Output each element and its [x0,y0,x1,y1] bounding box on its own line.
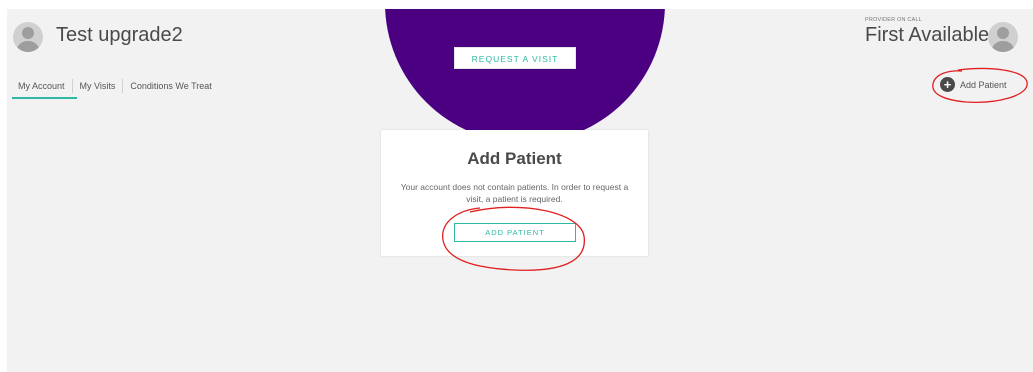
add-patient-link-label: Add Patient [960,79,1007,90]
provider-on-call-label: PROVIDER ON CALL [865,17,922,23]
card-message: Your account does not contain patients. … [400,182,629,204]
add-patient-card: Add Patient Your account does not contai… [381,130,648,256]
provider-name: First Available [865,24,990,46]
add-patient-button[interactable]: ADD PATIENT [454,223,576,242]
app-frame: REQUEST A VISIT Test upgrade2 PROVIDER O… [7,9,1033,372]
plus-circle-icon: + [940,77,955,92]
nav-tabs: My Account My Visits Conditions We Treat [10,79,219,99]
provider-avatar [988,22,1018,52]
banner-circle [385,9,665,143]
request-visit-button[interactable]: REQUEST A VISIT [454,47,576,69]
user-avatar[interactable] [13,22,43,52]
user-name: Test upgrade2 [56,24,183,46]
tab-my-visits[interactable]: My Visits [71,79,123,93]
add-patient-link[interactable]: + Add Patient [940,77,1007,92]
tab-my-account[interactable]: My Account [10,79,77,99]
card-title: Add Patient [467,149,562,168]
tab-conditions-we-treat[interactable]: Conditions We Treat [122,79,218,93]
